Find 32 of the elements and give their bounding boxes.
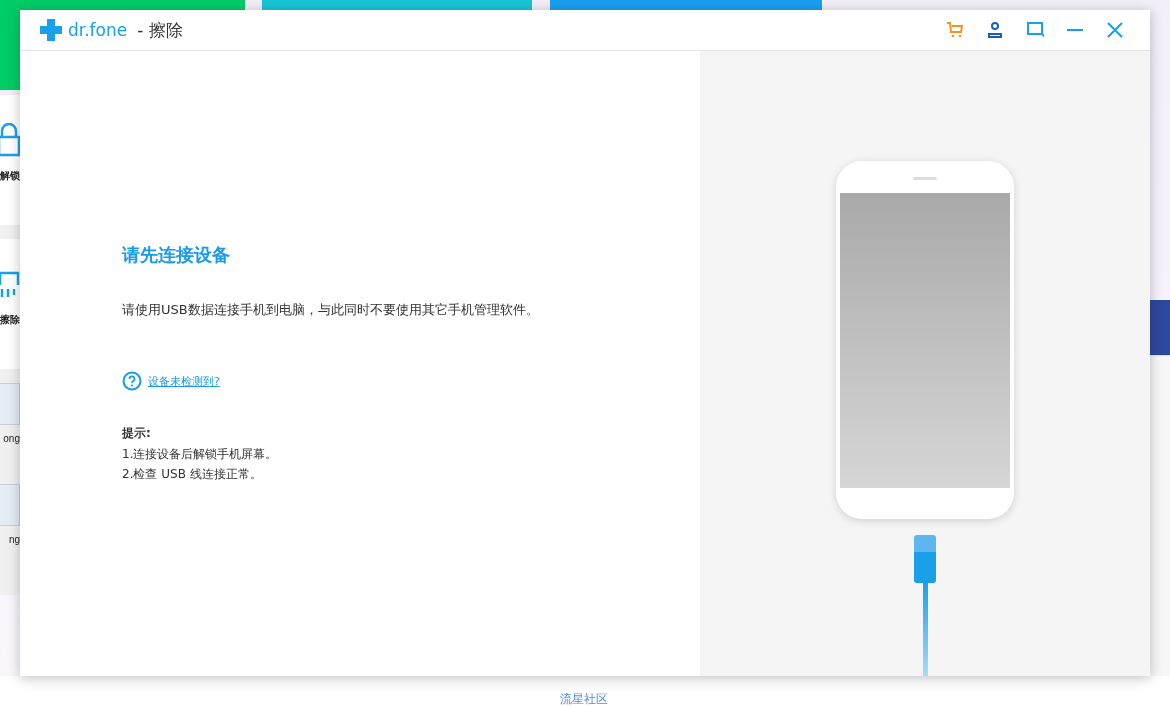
- tip-text: 2.检查 USB 线连接正常。: [122, 466, 263, 482]
- close-button[interactable]: [1106, 21, 1124, 39]
- thumbnail-label: ng: [8, 534, 20, 545]
- banner: [1150, 300, 1170, 355]
- tool-label: 擦除: [0, 313, 20, 327]
- window-title: - 擦除: [137, 18, 183, 42]
- tool-card[interactable]: 擦除: [0, 239, 20, 369]
- usb-cable-drawing: [914, 535, 936, 583]
- help-icon: [122, 371, 142, 391]
- minimize-icon: [1067, 29, 1083, 31]
- tips-title: 提示:: [122, 425, 152, 442]
- app-tile[interactable]: [262, 0, 532, 10]
- close-icon: [1106, 21, 1124, 39]
- tool-card[interactable]: 解锁: [0, 95, 20, 225]
- tip-text: 1.连接设备后解锁手机屏幕。: [122, 446, 279, 462]
- feedback-button[interactable]: [1026, 21, 1044, 39]
- cart-button[interactable]: [946, 21, 964, 39]
- chat-icon: [1026, 21, 1044, 39]
- account-button[interactable]: [986, 21, 1004, 39]
- cart-icon: [946, 21, 964, 39]
- app-tile[interactable]: [550, 0, 822, 10]
- footer-link[interactable]: 流星社区: [560, 691, 608, 706]
- app-tile-edge[interactable]: [0, 10, 20, 90]
- user-icon: [986, 21, 1004, 39]
- app-tile[interactable]: [0, 0, 245, 10]
- thumbnail-label: ong: [3, 433, 20, 444]
- lock-icon: [0, 123, 20, 157]
- brand-name: dr.fone: [68, 20, 128, 40]
- plus-logo-icon: [40, 19, 62, 41]
- description: 请使用USB数据连接手机到电脑，与此同时不要使用其它手机管理软件。: [122, 301, 540, 319]
- heading: 请先连接设备: [122, 243, 231, 267]
- tool-label: 解锁: [0, 169, 20, 183]
